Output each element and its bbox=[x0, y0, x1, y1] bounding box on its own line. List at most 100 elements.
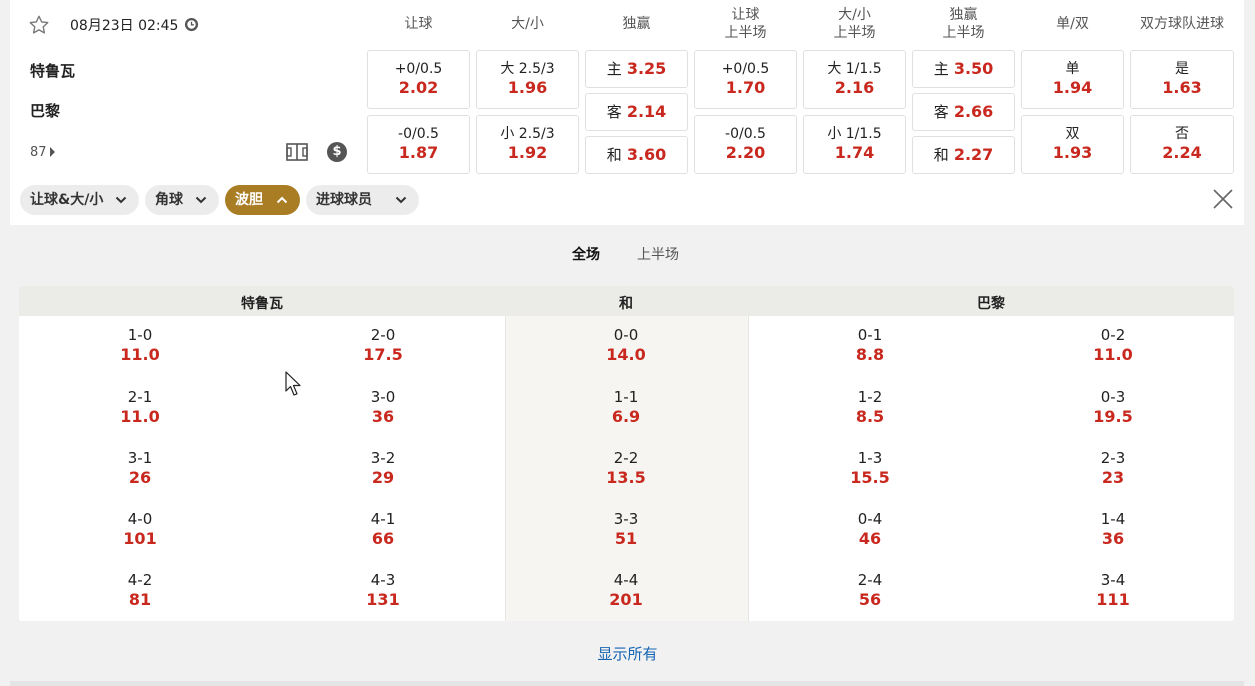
period-tabs: 全场 上半场 bbox=[0, 244, 1255, 266]
correct-score-cell[interactable]: 4-1 66 bbox=[323, 510, 443, 549]
score-label: 2-0 bbox=[370, 326, 396, 344]
score-label: 3-1 bbox=[127, 449, 153, 467]
correct-score-cell[interactable]: 1-1 6.9 bbox=[566, 388, 686, 427]
correct-score-cell[interactable]: 4-3 131 bbox=[323, 571, 443, 610]
odds-label: +0/0.5 bbox=[394, 61, 443, 77]
header-moneyline: 独赢 bbox=[585, 15, 688, 33]
filter-chip-corners[interactable]: 角球 bbox=[145, 185, 219, 215]
correct-score-cell[interactable]: 2-3 23 bbox=[1053, 449, 1173, 488]
correct-score-cell[interactable]: 3-0 36 bbox=[323, 388, 443, 427]
correct-score-cell[interactable]: 3-1 26 bbox=[80, 449, 200, 488]
header-btts-l1: 双方球队进球 bbox=[1140, 16, 1224, 32]
odds-cell-moneyline-1h-draw[interactable]: 和 2.27 bbox=[912, 136, 1015, 174]
odds-cell-moneyline-home[interactable]: 主 3.25 bbox=[585, 50, 688, 88]
score-label: 0-0 bbox=[613, 326, 639, 344]
odds-cell-moneyline-1h-home[interactable]: 主 3.50 bbox=[912, 50, 1015, 88]
header-moneyline-l1: 独赢 bbox=[622, 16, 651, 32]
correct-score-cell[interactable]: 2-2 13.5 bbox=[566, 449, 686, 488]
odds-label: 和 bbox=[606, 146, 622, 164]
odds-value: 1.94 bbox=[1052, 78, 1093, 97]
odds-cell-even[interactable]: 双 1.93 bbox=[1021, 115, 1124, 174]
odds-value: 1.70 bbox=[725, 78, 766, 97]
score-odds: 36 bbox=[1101, 529, 1125, 548]
correct-score-cell[interactable]: 3-2 29 bbox=[323, 449, 443, 488]
odds-value: 2.16 bbox=[834, 78, 875, 97]
match-datetime: 08月23日 02:45 bbox=[70, 18, 179, 34]
odds-cell-handicap-1h-away[interactable]: -0/0.5 2.20 bbox=[694, 115, 797, 174]
odds-value: 1.96 bbox=[507, 78, 548, 97]
header-over-under-1h-l2: 上半场 bbox=[833, 25, 876, 41]
favorite-star-icon[interactable] bbox=[28, 14, 50, 36]
score-label: 0-4 bbox=[857, 510, 883, 528]
correct-score-cell[interactable]: 1-2 8.5 bbox=[810, 388, 930, 427]
odds-value: 1.74 bbox=[834, 143, 875, 162]
odds-cell-over-1h[interactable]: 大 1/1.5 2.16 bbox=[803, 50, 906, 109]
pitch-icon[interactable] bbox=[286, 142, 308, 162]
tab-full-time[interactable]: 全场 bbox=[572, 244, 600, 264]
correct-score-cell[interactable]: 0-3 19.5 bbox=[1053, 388, 1173, 427]
filter-chip-correct-score[interactable]: 波胆 bbox=[225, 185, 300, 215]
odds-label: 主 bbox=[606, 60, 622, 78]
odds-value: 2.20 bbox=[725, 143, 766, 162]
odds-cell-over[interactable]: 大 2.5/3 1.96 bbox=[476, 50, 579, 109]
score-odds: 111 bbox=[1096, 590, 1130, 609]
correct-score-cell[interactable]: 2-0 17.5 bbox=[323, 326, 443, 365]
odds-cell-moneyline-away[interactable]: 客 2.14 bbox=[585, 93, 688, 131]
header-btts: 双方球队进球 bbox=[1130, 15, 1234, 33]
chevron-down-icon bbox=[195, 196, 207, 204]
header-handicap-1h: 让球 上半场 bbox=[694, 6, 797, 42]
correct-score-cell[interactable]: 4-4 201 bbox=[566, 571, 686, 610]
correct-score-cell[interactable]: 2-4 56 bbox=[810, 571, 930, 610]
correct-score-cell[interactable]: 0-1 8.8 bbox=[810, 326, 930, 365]
tab-first-half[interactable]: 上半场 bbox=[637, 244, 679, 264]
show-all-link[interactable]: 显示所有 bbox=[0, 643, 1255, 664]
odds-cell-handicap-away[interactable]: -0/0.5 1.87 bbox=[367, 115, 470, 174]
live-clock-icon bbox=[184, 17, 199, 32]
filter-chip-handicap-ou[interactable]: 让球&大/小 bbox=[20, 185, 139, 215]
correct-score-cell[interactable]: 0-0 14.0 bbox=[566, 326, 686, 365]
odds-value: 2.14 bbox=[626, 102, 667, 121]
correct-score-cell[interactable]: 0-2 11.0 bbox=[1053, 326, 1173, 365]
odds-cell-odd[interactable]: 单 1.94 bbox=[1021, 50, 1124, 109]
odds-cell-moneyline-draw[interactable]: 和 3.60 bbox=[585, 136, 688, 174]
correct-score-cell[interactable]: 4-0 101 bbox=[80, 510, 200, 549]
odds-cell-moneyline-1h-away[interactable]: 客 2.66 bbox=[912, 93, 1015, 131]
score-odds: 15.5 bbox=[850, 468, 890, 487]
header-handicap-l1: 让球 bbox=[404, 16, 433, 32]
odds-cell-under-1h[interactable]: 小 1/1.5 1.74 bbox=[803, 115, 906, 174]
score-label: 1-1 bbox=[613, 388, 639, 406]
odds-label: 大 1/1.5 bbox=[827, 61, 882, 77]
correct-score-cell[interactable]: 0-4 46 bbox=[810, 510, 930, 549]
odds-label: 和 bbox=[933, 146, 949, 164]
score-odds: 81 bbox=[128, 590, 152, 609]
odds-cell-under[interactable]: 小 2.5/3 1.92 bbox=[476, 115, 579, 174]
dollar-icon[interactable]: $ bbox=[327, 142, 347, 162]
more-markets-count[interactable]: 87 bbox=[30, 145, 55, 160]
correct-score-cell[interactable]: 2-1 11.0 bbox=[80, 388, 200, 427]
odds-cell-btts-no[interactable]: 否 2.24 bbox=[1130, 115, 1234, 174]
correct-score-cell[interactable]: 3-3 51 bbox=[566, 510, 686, 549]
filter-chip-goalscorer[interactable]: 进球球员 bbox=[306, 185, 419, 215]
odds-cell-btts-yes[interactable]: 是 1.63 bbox=[1130, 50, 1234, 109]
correct-score-cell[interactable]: 1-4 36 bbox=[1053, 510, 1173, 549]
header-moneyline-1h-l1: 独赢 bbox=[949, 7, 978, 23]
score-label: 3-2 bbox=[370, 449, 396, 467]
odds-cell-handicap-1h-home[interactable]: +0/0.5 1.70 bbox=[694, 50, 797, 109]
score-label: 4-4 bbox=[613, 571, 639, 589]
score-label: 4-1 bbox=[370, 510, 396, 528]
header-moneyline-1h-l2: 上半场 bbox=[942, 25, 985, 41]
odds-value: 1.87 bbox=[398, 143, 439, 162]
correct-score-cell[interactable]: 3-4 111 bbox=[1053, 571, 1173, 610]
odds-label: 是 bbox=[1175, 61, 1189, 77]
odds-cell-handicap-home[interactable]: +0/0.5 2.02 bbox=[367, 50, 470, 109]
score-odds: 131 bbox=[366, 590, 400, 609]
correct-score-cell[interactable]: 1-0 11.0 bbox=[80, 326, 200, 365]
header-handicap-1h-l2: 上半场 bbox=[724, 25, 767, 41]
correct-score-cell[interactable]: 1-3 15.5 bbox=[810, 449, 930, 488]
score-label: 4-3 bbox=[370, 571, 396, 589]
score-label: 2-4 bbox=[857, 571, 883, 589]
close-icon[interactable] bbox=[1211, 187, 1235, 211]
correct-score-cell[interactable]: 4-2 81 bbox=[80, 571, 200, 610]
correct-score-table: 特鲁瓦 和 巴黎 1-0 11.0 2-1 11.0 3-1 26 4-0 101 4-2 81 2… bbox=[19, 286, 1234, 621]
score-label: 1-3 bbox=[857, 449, 883, 467]
